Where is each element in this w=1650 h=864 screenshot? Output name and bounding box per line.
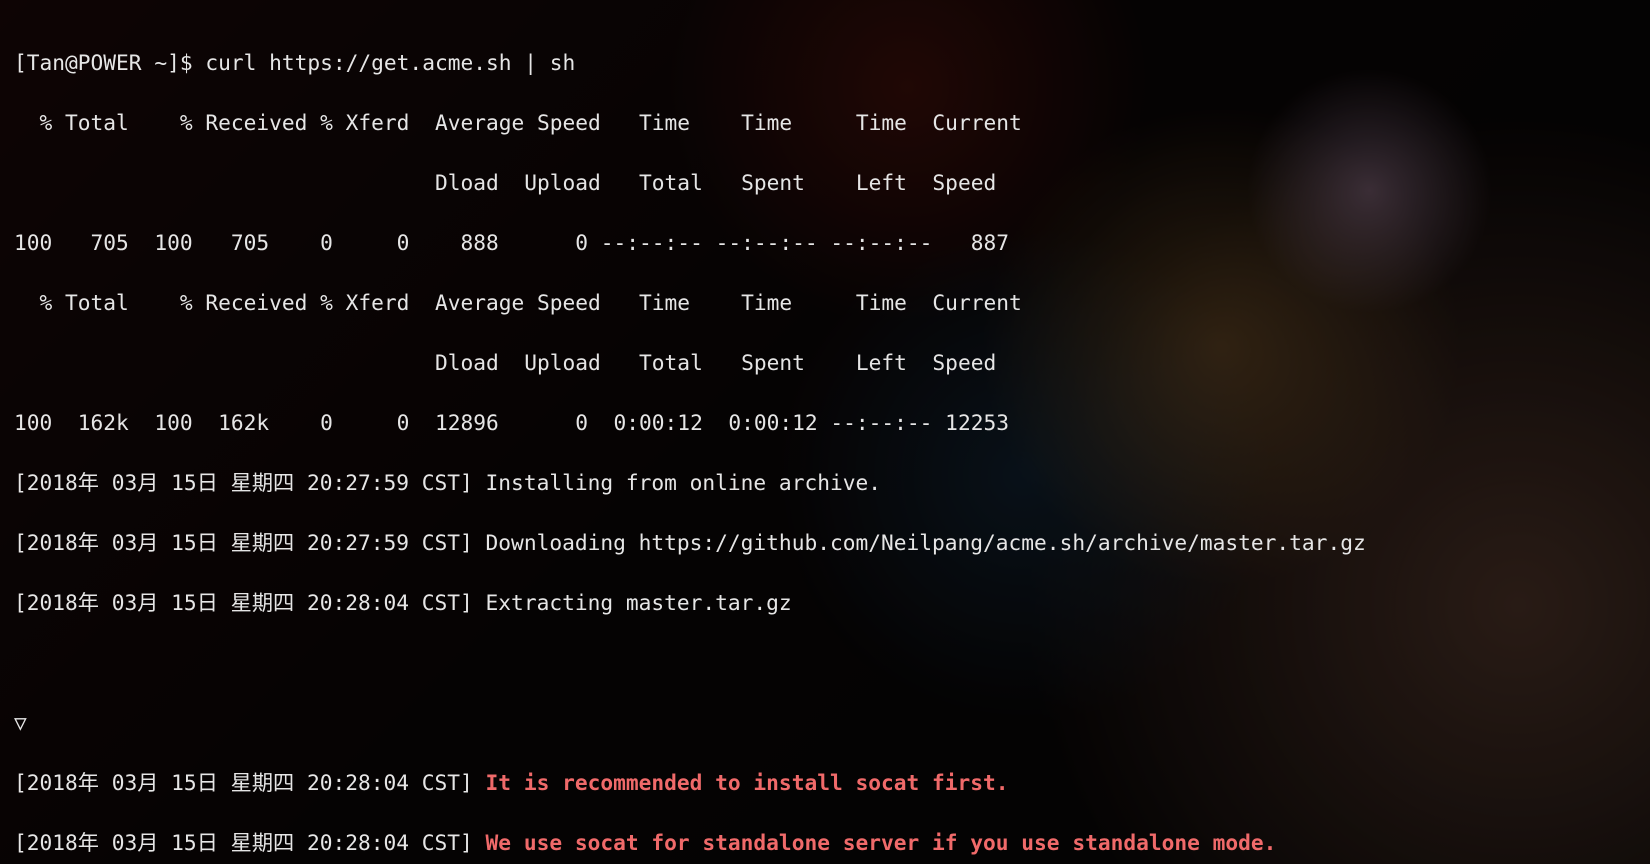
shell-prompt-line: [Tan@POWER ~]$ curl https://get.acme.sh … [14,48,1636,78]
curl-header-line: Dload Upload Total Spent Left Speed [14,168,1636,198]
curl-progress-line: 100 705 100 705 0 0 888 0 --:--:-- --:--… [14,228,1636,258]
terminal-output[interactable]: [Tan@POWER ~]$ curl https://get.acme.sh … [0,0,1650,864]
curl-header-line: % Total % Received % Xferd Average Speed… [14,288,1636,318]
curl-header-line: Dload Upload Total Spent Left Speed [14,348,1636,378]
blank-line [14,648,1636,678]
warning-message: We use socat for standalone server if yo… [486,830,1277,855]
curl-progress-line: 100 162k 100 162k 0 0 12896 0 0:00:12 0:… [14,408,1636,438]
warning-message: It is recommended to install socat first… [486,770,1009,795]
timestamp: [2018年 03月 15日 星期四 20:28:04 CST] [14,590,473,615]
log-line: [2018年 03月 15日 星期四 20:27:59 CST] Install… [14,468,1636,498]
timestamp: [2018年 03月 15日 星期四 20:28:04 CST] [14,830,473,855]
log-line-warning: [2018年 03月 15日 星期四 20:28:04 CST] It is r… [14,768,1636,798]
log-message: Extracting master.tar.gz [486,590,792,615]
pager-marker: ▽ [14,708,1636,738]
timestamp: [2018年 03月 15日 星期四 20:28:04 CST] [14,770,473,795]
timestamp: [2018年 03月 15日 星期四 20:27:59 CST] [14,470,473,495]
curl-header-line: % Total % Received % Xferd Average Speed… [14,108,1636,138]
log-line: [2018年 03月 15日 星期四 20:27:59 CST] Downloa… [14,528,1636,558]
log-message: Installing from online archive. [486,470,881,495]
log-line: [2018年 03月 15日 星期四 20:28:04 CST] Extract… [14,588,1636,618]
log-message: Downloading https://github.com/Neilpang/… [486,530,1366,555]
timestamp: [2018年 03月 15日 星期四 20:27:59 CST] [14,530,473,555]
log-line-warning: [2018年 03月 15日 星期四 20:28:04 CST] We use … [14,828,1636,858]
